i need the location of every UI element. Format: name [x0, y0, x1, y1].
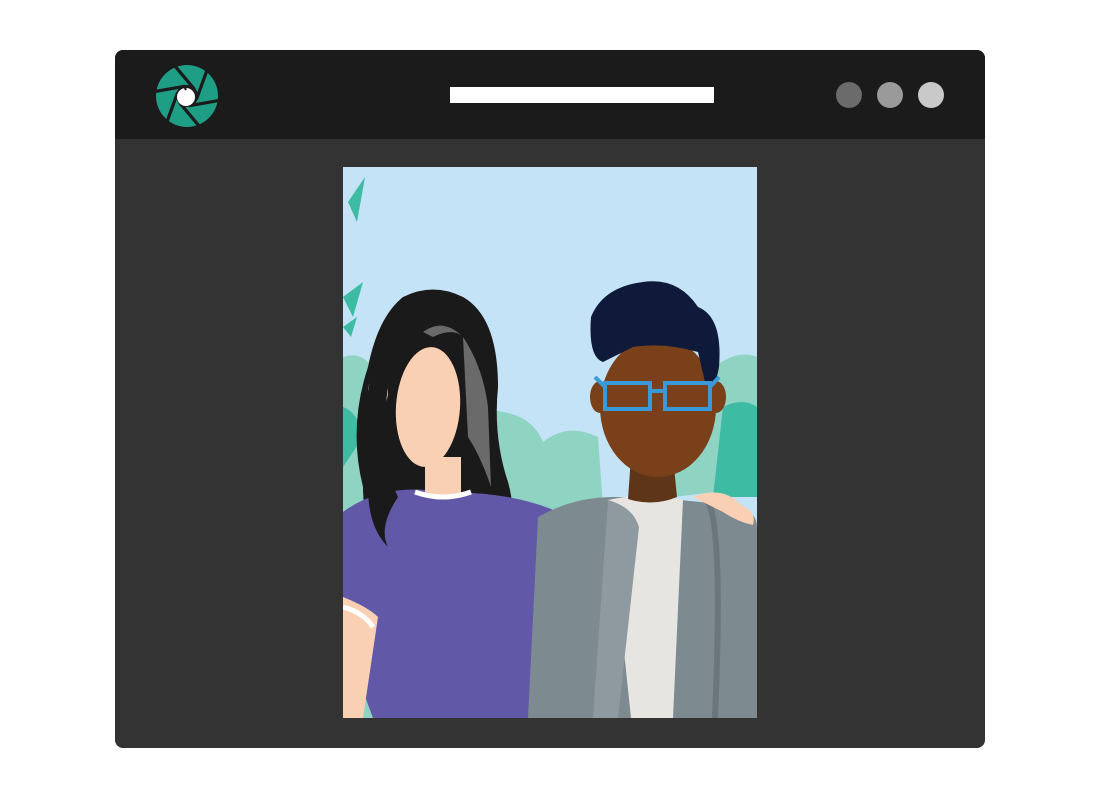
address-bar[interactable] — [450, 87, 714, 103]
close-button[interactable] — [918, 82, 944, 108]
camera-aperture-icon[interactable] — [154, 64, 220, 128]
browser-window — [115, 50, 985, 748]
title-bar — [115, 50, 985, 139]
minimize-button[interactable] — [836, 82, 862, 108]
portrait-illustration — [343, 167, 757, 718]
maximize-button[interactable] — [877, 82, 903, 108]
photo-viewer-image — [343, 167, 757, 718]
